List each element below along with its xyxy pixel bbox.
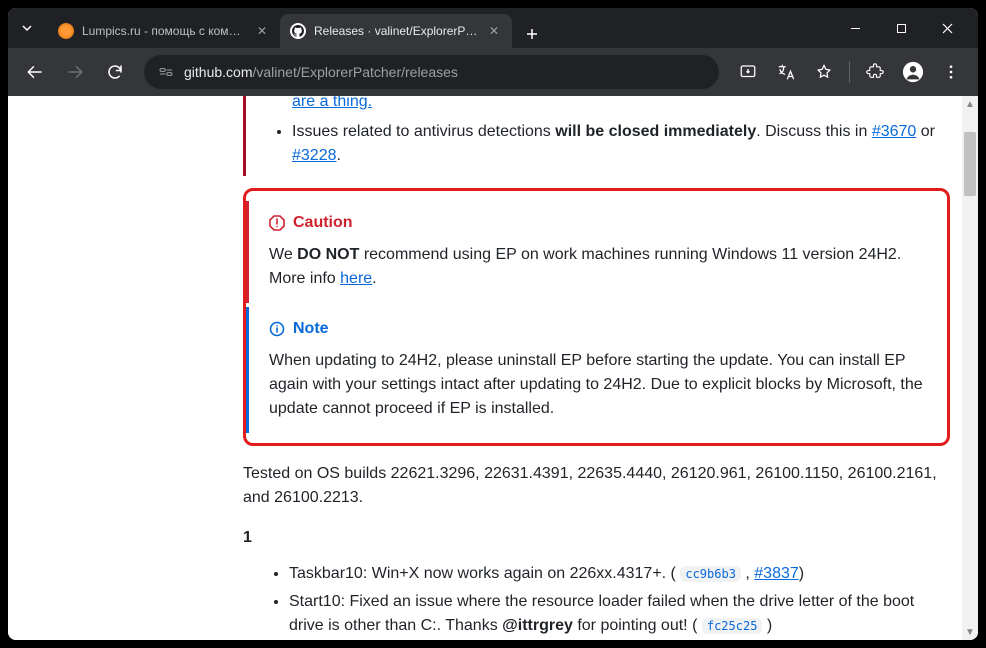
favicon-lumpics-icon xyxy=(58,23,74,39)
install-app-icon[interactable] xyxy=(731,55,765,89)
favicon-github-icon xyxy=(290,23,306,39)
caution-body: We DO NOT recommend using EP on work mac… xyxy=(269,243,927,291)
note-callout: Note When updating to 24H2, please unins… xyxy=(246,307,945,433)
toolbar-right xyxy=(731,55,968,89)
tab-title: Releases · valinet/ExplorerPatch xyxy=(314,24,478,38)
toolbar: github.com/valinet/ExplorerPatcher/relea… xyxy=(8,48,978,96)
tab-strip: Lumpics.ru - помощь с компью ✕ Releases … xyxy=(48,8,832,48)
close-icon[interactable]: ✕ xyxy=(486,23,502,39)
commit-link[interactable]: fc25c25 xyxy=(702,618,763,634)
maximize-button[interactable] xyxy=(878,8,924,48)
site-settings-icon xyxy=(158,64,174,80)
link-issue-3228[interactable]: #3228 xyxy=(292,147,337,164)
scroll-down-icon[interactable]: ▼ xyxy=(962,624,978,640)
tabs-dropdown-icon[interactable] xyxy=(16,17,38,39)
close-window-button[interactable] xyxy=(924,8,970,48)
list-item: Taskbar10: Win+X now works again on 226x… xyxy=(289,562,950,586)
section-number: 1 xyxy=(243,526,950,550)
bold-text: DO NOT xyxy=(297,246,359,263)
link-are-a-thing[interactable]: are a thing. xyxy=(292,96,372,110)
caution-callout: Caution We DO NOT recommend using EP on … xyxy=(246,201,945,303)
caution-title: Caution xyxy=(269,211,927,235)
new-tab-button[interactable] xyxy=(518,20,546,48)
address-bar[interactable]: github.com/valinet/ExplorerPatcher/relea… xyxy=(144,55,719,89)
stop-icon xyxy=(269,215,285,231)
link-here[interactable]: here xyxy=(340,270,372,287)
changelog: Taskbar10: Win+X now works again on 226x… xyxy=(243,562,950,638)
link-issue-3670[interactable]: #3670 xyxy=(872,123,917,140)
bold-text: will be closed immediately xyxy=(555,123,756,140)
list-item: Issues related to antivirus detections w… xyxy=(292,120,950,168)
profile-icon[interactable] xyxy=(896,55,930,89)
close-icon[interactable]: ✕ xyxy=(254,23,270,39)
forward-button[interactable] xyxy=(58,55,92,89)
minimize-button[interactable] xyxy=(832,8,878,48)
tab-github[interactable]: Releases · valinet/ExplorerPatch ✕ xyxy=(280,14,512,48)
list-item: Start10: Fixed an issue where the resour… xyxy=(289,590,950,638)
bookmark-icon[interactable] xyxy=(807,55,841,89)
scrollbar[interactable]: ▲ ▼ xyxy=(962,96,978,640)
tab-lumpics[interactable]: Lumpics.ru - помощь с компью ✕ xyxy=(48,14,280,48)
info-icon xyxy=(269,321,285,337)
scroll-thumb[interactable] xyxy=(964,132,976,196)
back-button[interactable] xyxy=(18,55,52,89)
left-gutter xyxy=(8,96,243,640)
tested-text: Tested on OS builds 22621.3296, 22631.43… xyxy=(243,462,950,510)
window-controls xyxy=(832,8,970,48)
url-text: github.com/valinet/ExplorerPatcher/relea… xyxy=(184,64,458,80)
mention: @ittrgrey xyxy=(502,617,573,634)
scroll-up-icon[interactable]: ▲ xyxy=(962,96,978,112)
page-content: are a thing. Issues related to antivirus… xyxy=(8,96,978,640)
note-title: Note xyxy=(269,317,927,341)
browser-window: Lumpics.ru - помощь с компью ✕ Releases … xyxy=(8,8,978,640)
note-body: When updating to 24H2, please uninstall … xyxy=(269,349,927,421)
highlighted-callouts: Caution We DO NOT recommend using EP on … xyxy=(243,188,950,446)
commit-link[interactable]: cc9b6b3 xyxy=(680,566,741,582)
extensions-icon[interactable] xyxy=(858,55,892,89)
menu-icon[interactable] xyxy=(934,55,968,89)
divider xyxy=(849,61,850,83)
titlebar: Lumpics.ru - помощь с компью ✕ Releases … xyxy=(8,8,978,48)
tab-title: Lumpics.ru - помощь с компью xyxy=(82,24,246,38)
reload-button[interactable] xyxy=(98,55,132,89)
link-issue-3837[interactable]: #3837 xyxy=(754,565,799,582)
release-body: are a thing. Issues related to antivirus… xyxy=(243,96,978,640)
translate-icon[interactable] xyxy=(769,55,803,89)
important-callout: are a thing. Issues related to antivirus… xyxy=(243,96,950,176)
